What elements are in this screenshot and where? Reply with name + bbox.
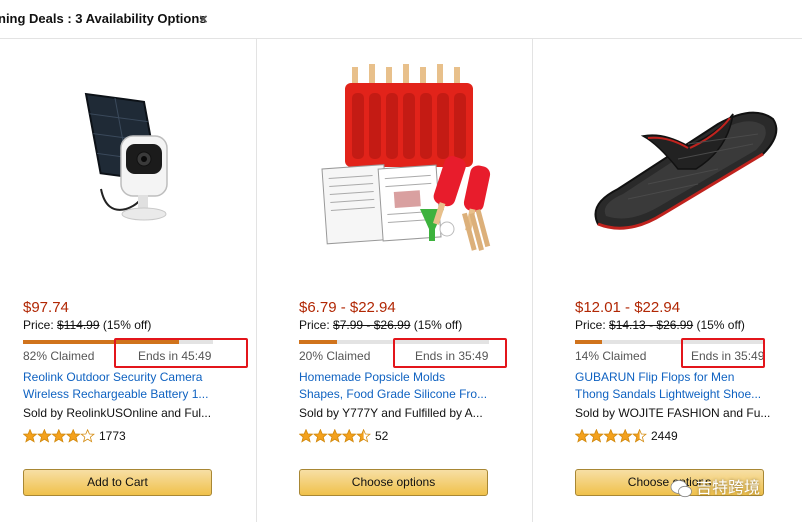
- flip-flop-icon: [594, 111, 778, 230]
- security-camera-icon: [84, 92, 168, 221]
- stars-icon: [22, 427, 95, 444]
- highlight-box: [681, 338, 765, 368]
- highlight-box: [114, 338, 248, 368]
- claimed-text: 20% Claimed: [299, 349, 371, 363]
- star-icon: [617, 428, 633, 443]
- price-label: Price:: [299, 318, 330, 332]
- deal-card: $6.79 - $22.94 Price: $7.99 - $26.99 (15…: [276, 38, 536, 522]
- star-icon: [574, 428, 590, 443]
- deal-card: $97.74 Price: $114.99 (15% off) 82% Clai…: [0, 38, 260, 522]
- claimed-text: 14% Claimed: [575, 349, 647, 363]
- popsicle-mold-icon: [321, 64, 491, 251]
- list-price: $114.99: [57, 318, 100, 332]
- wechat-icon: [670, 479, 692, 497]
- active-filter-label: ning Deals : 3 Availability Options: [0, 11, 207, 26]
- star-rating[interactable]: 52: [298, 427, 389, 444]
- title-line: Thong Sandals Lightweight Shoe...: [575, 387, 762, 401]
- product-title-link[interactable]: GUBARUN Flip Flops for Men Thong Sandals…: [575, 369, 775, 403]
- deal-price: $12.01 - $22.94: [575, 299, 681, 316]
- filter-bar: ning Deals : 3 Availability Options ×: [0, 0, 802, 39]
- star-icon: [341, 428, 357, 443]
- rating-count: 52: [375, 428, 389, 443]
- star-icon: [65, 428, 81, 443]
- product-image-popsicle-molds[interactable]: [282, 54, 522, 264]
- rating-count: 2449: [651, 428, 678, 443]
- watermark: 吉特跨境: [670, 474, 760, 498]
- close-icon[interactable]: ×: [199, 11, 208, 28]
- star-rating[interactable]: 1773: [22, 427, 126, 444]
- discount-text: (15% off): [413, 318, 463, 332]
- star-icon: [603, 428, 619, 443]
- star-icon: [327, 428, 343, 443]
- title-line: Wireless Rechargeable Battery 1...: [23, 387, 209, 401]
- product-title-link[interactable]: Reolink Outdoor Security Camera Wireless…: [23, 369, 223, 403]
- stars-icon: [298, 427, 371, 444]
- seller-text: Sold by Y777Y and Fulfilled by A...: [299, 406, 483, 420]
- highlight-box: [393, 338, 507, 368]
- list-price-line: Price: $14.13 - $26.99 (15% off): [575, 318, 745, 332]
- discount-text: (15% off): [696, 318, 745, 332]
- list-price-line: Price: $7.99 - $26.99 (15% off): [299, 318, 462, 332]
- star-icon: [298, 428, 314, 443]
- discount-text: (15% off): [102, 318, 152, 332]
- seller-text: Sold by WOJITE FASHION and Fu...: [575, 406, 771, 420]
- deal-price: $6.79 - $22.94: [299, 299, 396, 316]
- list-price: $14.13 - $26.99: [609, 318, 694, 332]
- choose-options-button[interactable]: Choose options: [299, 469, 488, 496]
- star-icon: [313, 428, 328, 443]
- star-icon: [632, 428, 647, 443]
- title-line: Homemade Popsicle Molds: [299, 370, 446, 384]
- product-image-flip-flops[interactable]: [558, 54, 798, 264]
- title-line: Reolink Outdoor Security Camera: [23, 370, 203, 384]
- stars-icon: [574, 427, 647, 444]
- claimed-progress-fill: [575, 340, 602, 344]
- star-icon: [22, 428, 38, 443]
- title-line: Shapes, Food Grade Silicone Fro...: [299, 387, 488, 401]
- list-price-line: Price: $114.99 (15% off): [23, 318, 151, 332]
- product-image-security-camera[interactable]: [6, 54, 246, 264]
- star-icon: [589, 428, 604, 443]
- claimed-text: 82% Claimed: [23, 349, 95, 363]
- deal-price: $97.74: [23, 299, 69, 316]
- claimed-progress-fill: [299, 340, 337, 344]
- title-line: GUBARUN Flip Flops for Men: [575, 370, 735, 384]
- star-icon: [80, 428, 95, 443]
- deal-card: $12.01 - $22.94 Price: $14.13 - $26.99 (…: [552, 38, 802, 522]
- star-icon: [51, 428, 67, 443]
- list-price: $7.99 - $26.99: [333, 318, 411, 332]
- watermark-text: 吉特跨境: [696, 480, 761, 497]
- seller-text: Sold by ReolinkUSOnline and Ful...: [23, 406, 212, 420]
- star-icon: [356, 428, 371, 443]
- star-rating[interactable]: 2449: [574, 427, 678, 444]
- price-label: Price:: [23, 318, 54, 332]
- add-to-cart-button[interactable]: Add to Cart: [23, 469, 212, 496]
- price-label: Price:: [575, 318, 606, 332]
- product-title-link[interactable]: Homemade Popsicle Molds Shapes, Food Gra…: [299, 369, 499, 403]
- star-icon: [37, 428, 52, 443]
- rating-count: 1773: [99, 428, 126, 443]
